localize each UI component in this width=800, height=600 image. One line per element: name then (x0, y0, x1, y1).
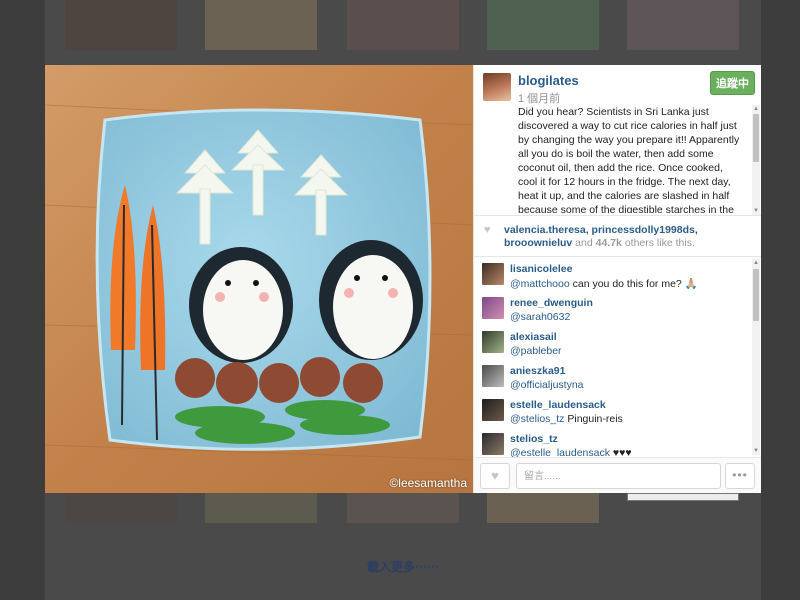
food-art-image (45, 65, 473, 493)
list-item: anieszka91 @officialjustyna (482, 365, 744, 395)
load-more-link[interactable]: 載入更多⋯⋯ (45, 558, 761, 575)
post-modal: ©leesamantha blogilates 1 個月前 追蹤中 Did yo… (45, 65, 761, 493)
comments-list: lisanicolelee @mattchooo can you do this… (474, 257, 761, 457)
comment-mention[interactable]: @officialjustyna (510, 379, 584, 391)
post-caption: Did you hear? Scientists in Sri Lanka ju… (518, 106, 740, 213)
list-item: stelios_tz @estelle_laudensack ♥♥♥ (482, 433, 744, 457)
comment-body: ♥♥♥ (609, 447, 632, 457)
caption-scrollbar[interactable]: ▲ ▼ (752, 105, 760, 215)
scroll-up-arrow-icon[interactable]: ▲ (752, 259, 760, 267)
comment-composer: ♥ ••• (474, 457, 761, 493)
more-options-button[interactable]: ••• (725, 463, 755, 489)
grid-thumbnail[interactable] (347, 493, 459, 523)
post-sidebar: blogilates 1 個月前 追蹤中 Did you hear? Scien… (473, 65, 761, 493)
avatar[interactable] (482, 263, 504, 285)
like-button[interactable]: ♥ (480, 463, 510, 489)
likes-and-word: and (575, 237, 593, 249)
list-item: estelle_laudensack @stelios_tz Pinguin-r… (482, 399, 744, 429)
grid-thumbnail[interactable] (487, 493, 599, 523)
post-header: blogilates 1 個月前 追蹤中 Did you hear? Scien… (474, 65, 761, 215)
comment-text: @pableber (510, 345, 562, 357)
grid-thumbnail[interactable] (205, 493, 317, 523)
grid-thumbnail[interactable] (627, 0, 739, 50)
comment-username[interactable]: lisanicolelee (510, 263, 572, 275)
comment-text: @officialjustyna (510, 379, 584, 391)
comments-scrollbar[interactable]: ▲ ▼ (752, 259, 760, 455)
comment-mention[interactable]: @stelios_tz (510, 413, 564, 425)
likes-count: 44.7k (595, 237, 622, 249)
post-timestamp: 1 個月前 (518, 93, 561, 105)
grid-thumbnail[interactable] (627, 493, 739, 501)
comment-text: @sarah0632 (510, 311, 570, 323)
scroll-down-arrow-icon[interactable]: ▼ (752, 447, 760, 455)
comment-mention[interactable]: @sarah0632 (510, 311, 570, 323)
comment-text: @stelios_tz Pinguin-reis (510, 413, 623, 425)
grid-thumbnail[interactable] (205, 0, 317, 50)
grid-thumbnail[interactable] (65, 493, 177, 523)
grid-thumbnail[interactable] (65, 0, 177, 50)
scrollbar-thumb[interactable] (753, 269, 759, 321)
post-photo[interactable]: ©leesamantha (45, 65, 473, 493)
likes-summary: ♥ valencia.theresa, princessdolly1998ds,… (474, 215, 761, 257)
list-item: lisanicolelee @mattchooo can you do this… (482, 263, 744, 293)
avatar[interactable] (482, 433, 504, 455)
comment-body: can you do this for me? 🙏🏼 (569, 278, 698, 290)
list-item: alexiasail @pableber (482, 331, 744, 361)
comment-text: @mattchooo can you do this for me? 🙏🏼 (510, 277, 698, 290)
comment-text: @estelle_laudensack ♥♥♥ (510, 447, 632, 457)
comment-username[interactable]: alexiasail (510, 331, 557, 343)
comment-username[interactable]: estelle_laudensack (510, 399, 606, 411)
scroll-up-arrow-icon[interactable]: ▲ (752, 105, 760, 113)
photo-watermark: ©leesamantha (389, 476, 467, 490)
heart-icon: ♥ (484, 224, 491, 236)
grid-thumbnail[interactable] (487, 0, 599, 50)
comment-body: Pinguin-reis (564, 413, 623, 425)
comment-mention[interactable]: @estelle_laudensack (510, 447, 610, 457)
comment-mention[interactable]: @mattchooo (510, 278, 570, 290)
comment-username[interactable]: anieszka91 (510, 365, 565, 377)
comment-username[interactable]: renee_dwenguin (510, 297, 593, 309)
grid-thumbnail[interactable] (347, 0, 459, 50)
following-button[interactable]: 追蹤中 (710, 71, 755, 95)
comment-mention[interactable]: @pableber (510, 345, 562, 357)
comment-username[interactable]: stelios_tz (510, 433, 558, 445)
likes-suffix: others like this. (624, 237, 695, 249)
avatar[interactable] (483, 73, 511, 101)
scrollbar-thumb[interactable] (753, 114, 759, 162)
avatar[interactable] (482, 331, 504, 353)
post-username[interactable]: blogilates (518, 73, 579, 88)
scroll-down-arrow-icon[interactable]: ▼ (752, 207, 760, 215)
avatar[interactable] (482, 297, 504, 319)
heart-icon: ♥ (491, 468, 499, 483)
comment-input[interactable] (516, 463, 721, 489)
avatar[interactable] (482, 365, 504, 387)
list-item: renee_dwenguin @sarah0632 (482, 297, 744, 327)
avatar[interactable] (482, 399, 504, 421)
